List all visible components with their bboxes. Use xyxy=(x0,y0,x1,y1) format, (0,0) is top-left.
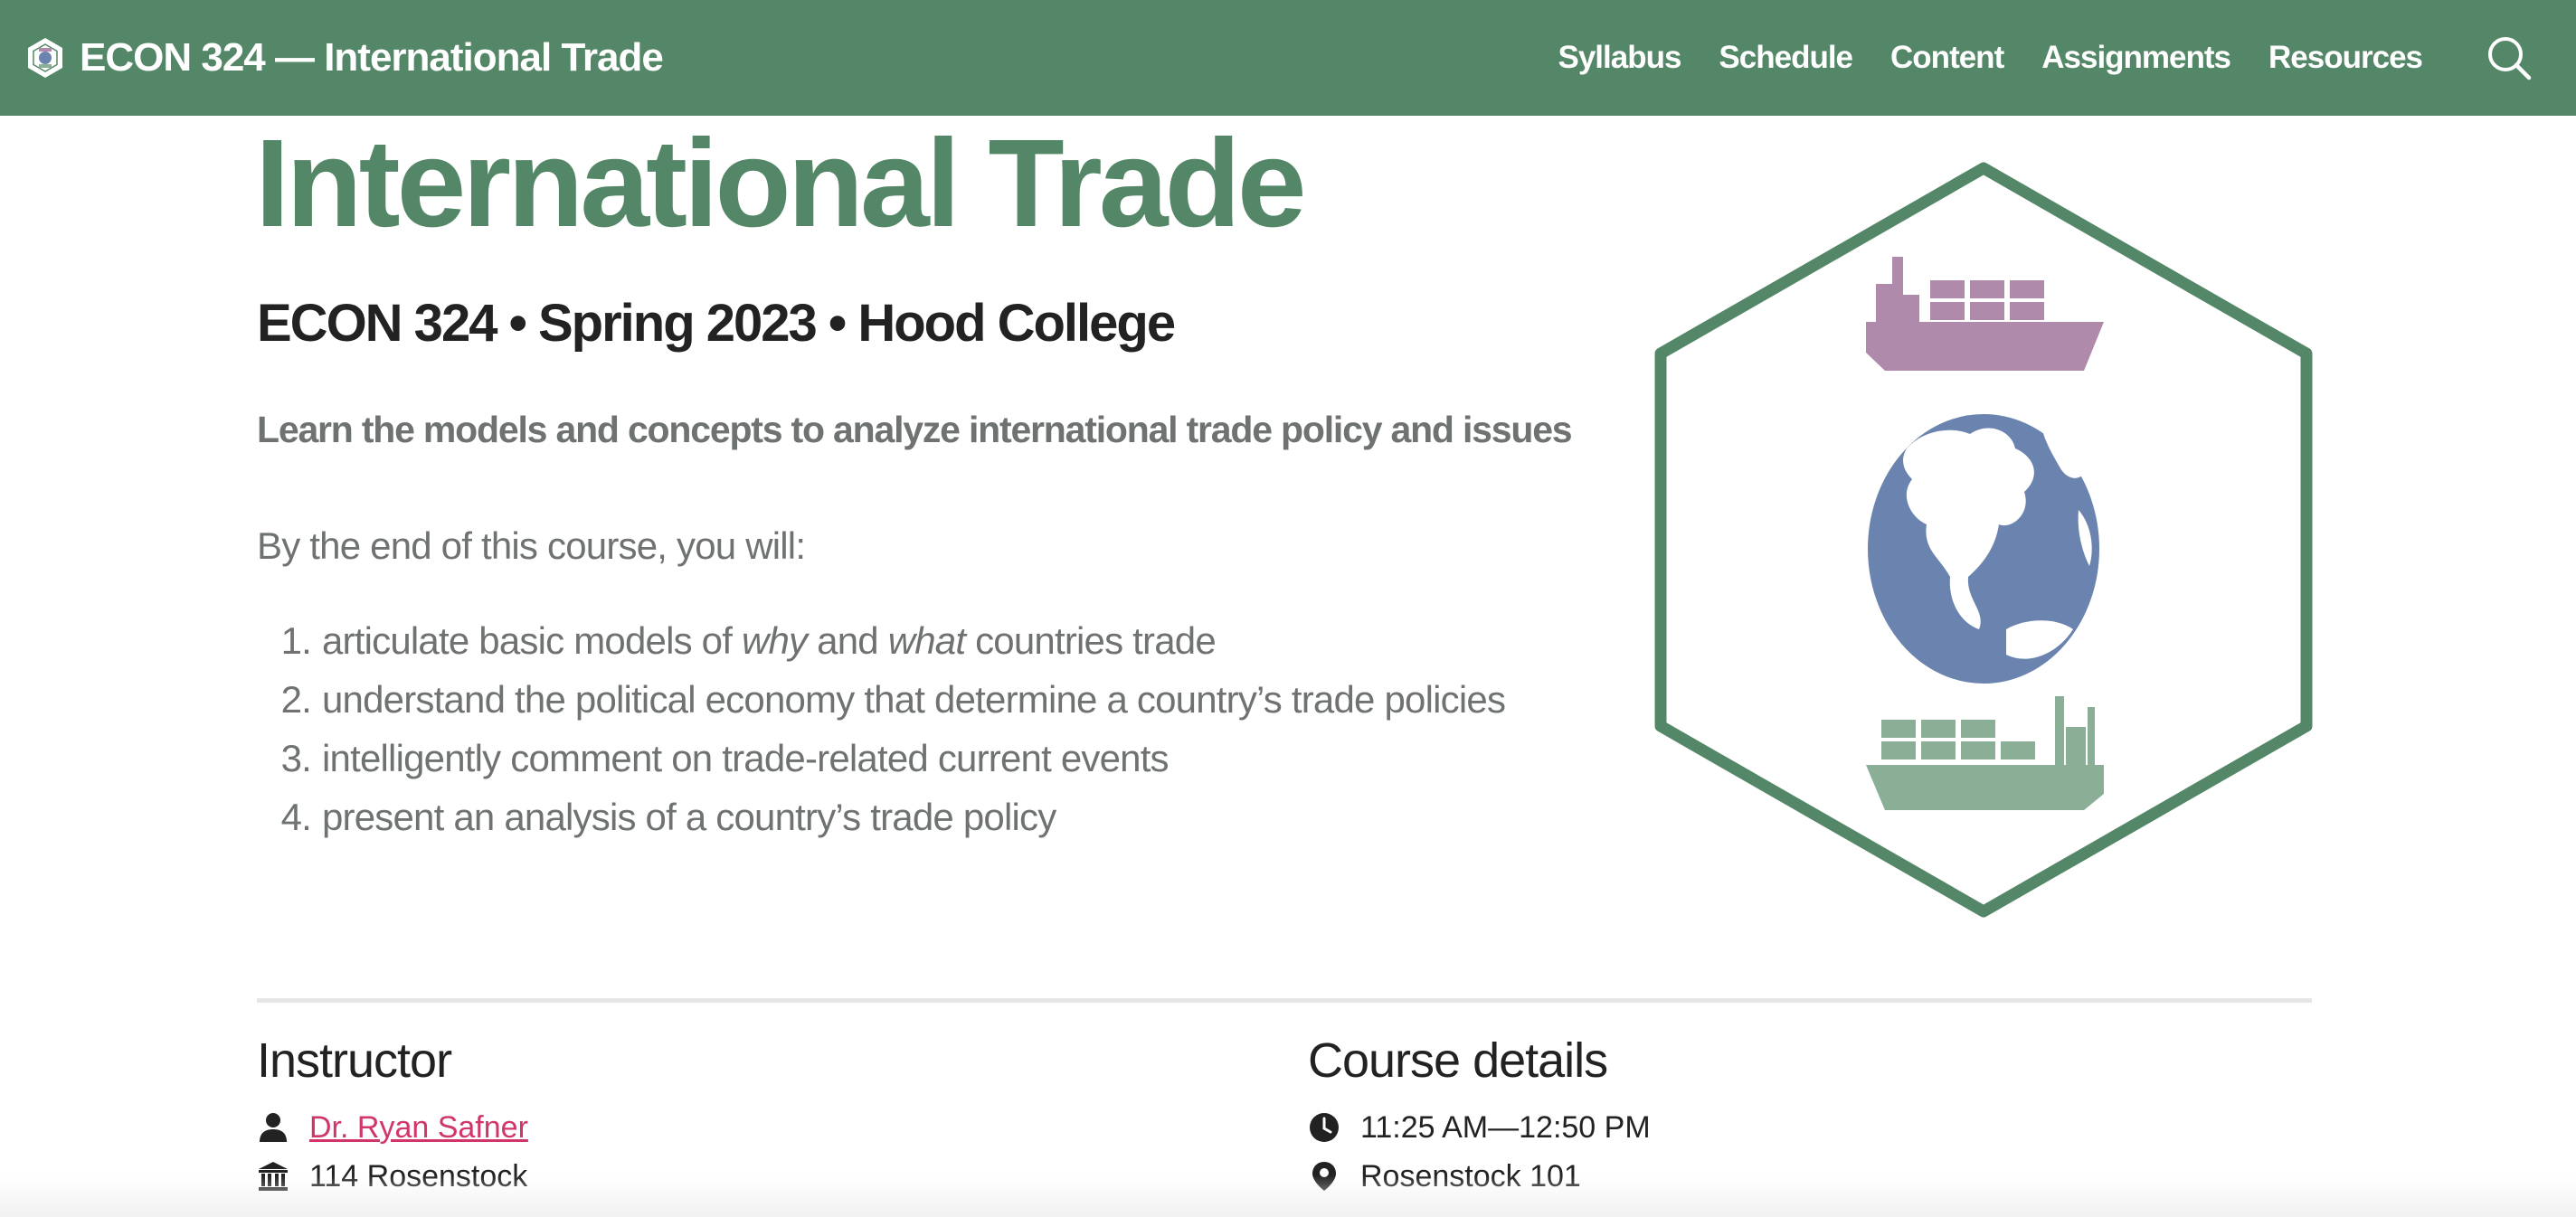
objectives-intro: By the end of this course, you will: xyxy=(257,524,806,567)
map-pin-icon xyxy=(1312,1162,1336,1191)
building-icon xyxy=(259,1162,288,1191)
objective-number: 2. xyxy=(280,678,312,721)
objective-number: 1. xyxy=(280,619,312,662)
objective-emphasis-what: what xyxy=(887,619,966,662)
instructor-office-row: 114 Rosenstock xyxy=(257,1152,528,1201)
objective-text: present an analysis of a country’s trade… xyxy=(322,796,1056,838)
objective-emphasis-why: why xyxy=(741,619,808,662)
nav-link-schedule[interactable]: Schedule xyxy=(1719,40,1853,76)
objective-item: 3. intelligently comment on trade-related… xyxy=(257,729,1505,788)
nav-link-resources[interactable]: Resources xyxy=(2268,40,2423,76)
navbar: ECON 324 — International Trade Syllabus … xyxy=(0,0,2576,116)
course-location-row: Rosenstock 101 xyxy=(1308,1152,1651,1201)
course-time-row: 11:25 AM—12:50 PM xyxy=(1308,1103,1651,1152)
objective-number: 3. xyxy=(280,737,312,779)
section-divider xyxy=(257,998,2312,1003)
instructor-name-row: Dr. Ryan Safner xyxy=(257,1103,528,1152)
objective-item: 2. understand the political economy that … xyxy=(257,670,1506,729)
instructor-heading: Instructor xyxy=(257,1033,452,1088)
nav-link-assignments[interactable]: Assignments xyxy=(2041,40,2231,76)
course-subtitle: ECON 324 • Spring 2023 • Hood College xyxy=(257,294,1176,353)
brand-link[interactable]: ECON 324 — International Trade xyxy=(25,31,664,85)
objective-item: 1. articulate basic models of why and wha… xyxy=(257,611,1505,670)
instructor-name-link[interactable]: Dr. Ryan Safner xyxy=(309,1110,528,1146)
instructor-section: Instructor Dr. Ryan Safner 114 Rosenstoc… xyxy=(257,1033,528,1201)
objective-number: 4. xyxy=(280,796,312,838)
page-title: International Trade xyxy=(255,114,1307,253)
clock-icon xyxy=(1310,1113,1339,1142)
objective-text: articulate basic models of xyxy=(322,619,742,662)
nav-link-syllabus[interactable]: Syllabus xyxy=(1558,40,1681,76)
objective-text: and xyxy=(807,619,888,662)
brand-logo-icon xyxy=(28,38,62,78)
course-tagline: Learn the models and concepts to analyze… xyxy=(257,409,1573,450)
objective-text: understand the political economy that de… xyxy=(322,678,1506,721)
person-icon xyxy=(260,1113,287,1142)
objective-text: intelligently comment on trade-related c… xyxy=(322,737,1170,779)
course-time: 11:25 AM—12:50 PM xyxy=(1360,1109,1651,1145)
instructor-office: 114 Rosenstock xyxy=(309,1158,528,1193)
nav-link-content[interactable]: Content xyxy=(1890,40,2004,76)
course-details-heading: Course details xyxy=(1308,1033,1608,1088)
course-details-section: Course details 11:25 AM—12:50 PM Rosenst… xyxy=(1308,1033,1651,1201)
course-location: Rosenstock 101 xyxy=(1360,1158,1581,1193)
brand-title: ECON 324 — International Trade xyxy=(80,35,664,80)
course-hex-logo xyxy=(1654,162,2313,918)
objectives-list: 1. articulate basic models of why and wha… xyxy=(257,611,1506,846)
objective-item: 4. present an analysis of a country’s tra… xyxy=(257,788,1505,846)
main-nav: Syllabus Schedule Content Assignments Re… xyxy=(1520,0,2423,116)
globe-icon xyxy=(1864,410,2103,687)
objective-text: countries trade xyxy=(965,619,1217,662)
search-icon[interactable] xyxy=(2486,34,2533,81)
